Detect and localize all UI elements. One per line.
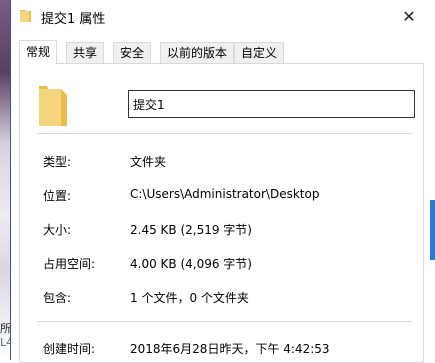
- tab-sharing[interactable]: 共享: [66, 42, 105, 63]
- tab-strip: 常规 共享 安全 以前的版本 自定义: [19, 40, 424, 64]
- tab-security[interactable]: 安全: [113, 42, 152, 63]
- size-label: 大小:: [43, 223, 72, 237]
- location-label: 位置:: [43, 189, 72, 203]
- size-on-disk-label: 占用空间:: [43, 257, 96, 271]
- properties-dialog: 提交1 属性 ✕ 常规 共享 安全 以前的版本 自定义 类型: 文件夹 位置: …: [10, 0, 431, 363]
- contains-value: 1 个文件，0 个文件夹: [130, 291, 249, 305]
- size-on-disk-value: 4.00 KB (4,096 字节): [130, 257, 252, 271]
- separator: [37, 133, 412, 134]
- folder-icon: [20, 10, 31, 22]
- created-value: 2018年6月28日昨天，下午 4:42:53: [130, 342, 330, 356]
- size-value: 2.45 KB (2,519 字节): [130, 223, 252, 237]
- window-title: 提交1 属性: [41, 12, 106, 27]
- location-value: C:\Users\Administrator\Desktop: [130, 187, 320, 201]
- folder-icon: [39, 86, 67, 126]
- created-label: 创建时间:: [43, 342, 96, 356]
- type-value: 文件夹: [130, 155, 167, 169]
- close-button[interactable]: ✕: [389, 2, 429, 30]
- tab-customize[interactable]: 自定义: [234, 42, 285, 63]
- close-icon: ✕: [402, 6, 416, 26]
- contains-label: 包含:: [43, 291, 72, 305]
- desktop-background-right: [430, 200, 435, 260]
- type-label: 类型:: [43, 155, 72, 169]
- tab-previous-versions[interactable]: 以前的版本: [160, 42, 235, 63]
- folder-name-input[interactable]: [128, 90, 415, 118]
- tab-general[interactable]: 常规: [19, 40, 58, 64]
- title-bar[interactable]: 提交1 属性 ✕: [11, 0, 431, 32]
- separator: [37, 321, 412, 322]
